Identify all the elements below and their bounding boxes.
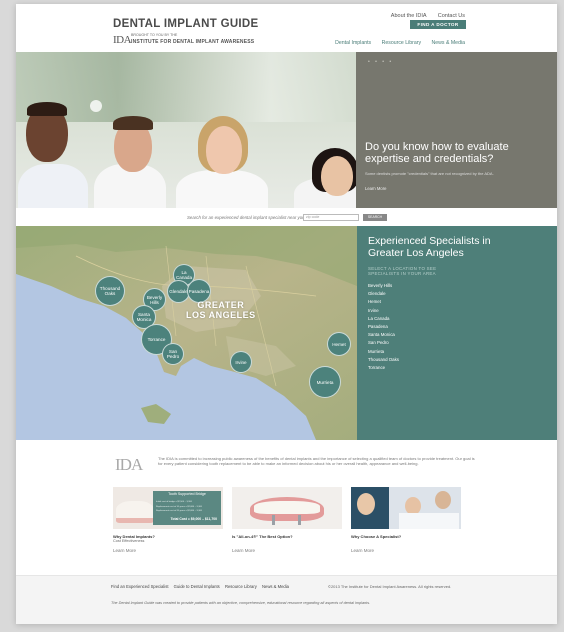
find-doctor-button[interactable]: FIND A DOCTOR	[410, 20, 466, 29]
footer-copyright: ©2013 The Institute for Dental Implant A…	[328, 584, 452, 589]
map-pin-hemet[interactable]: Hemet	[327, 332, 351, 356]
card-image-implant-arch	[232, 487, 342, 529]
map-pin-san-pedro[interactable]: San Pedro	[162, 343, 184, 365]
footer-link[interactable]: Guide to Dental Implants	[174, 584, 220, 589]
hero-pager[interactable]: • • • •	[368, 59, 393, 65]
location-item[interactable]: Thousand Oaks	[368, 357, 399, 365]
specialist-search: Search for an experienced dental implant…	[16, 208, 557, 226]
nav-news-media[interactable]: News & Media	[432, 40, 465, 46]
card-overlay-title: Tooth Supported Bridge	[168, 492, 206, 496]
card-learn-more[interactable]: Learn More	[351, 548, 374, 553]
footer-note: The Dental Implant Guide was created to …	[111, 601, 371, 605]
location-item[interactable]: San Pedro	[368, 340, 399, 348]
logo-institute: INSTITUTE FOR DENTAL IMPLANT AWARENESS	[131, 39, 255, 45]
map-region-line1: GREATER	[197, 300, 245, 310]
location-item[interactable]: Hemet	[368, 299, 399, 307]
location-item[interactable]: La Canada	[368, 316, 399, 324]
zip-code-input[interactable]: zip code	[303, 214, 359, 221]
footer-links: Find an Experienced Specialist Guide to …	[111, 584, 293, 589]
card-title[interactable]: Why Choose A Specialist?	[351, 534, 401, 539]
specialists-heading: Experienced Specialists in Greater Los A…	[368, 235, 491, 259]
search-label: Search for an experienced dental implant…	[187, 215, 305, 220]
specialists-subheading: SELECT A LOCATION TO SEE SPECIALISTS IN …	[368, 266, 437, 276]
map-region-line2: LOS ANGELES	[186, 310, 256, 320]
hero-headline: Do you know how to evaluate expertise an…	[365, 141, 509, 165]
card-title[interactable]: Is "All-on-4®" The Best Option?	[232, 534, 293, 539]
top-link-about[interactable]: About the IDIA	[391, 13, 426, 19]
card-why-dental-implants[interactable]: Tooth Supported Bridge Initial cost of b…	[113, 487, 223, 553]
hero-panel	[356, 52, 557, 208]
nav-resource-library[interactable]: Resource Library	[382, 40, 422, 46]
about-logo: IDA	[115, 455, 143, 474]
nav-dental-implants[interactable]: Dental Implants	[335, 40, 371, 46]
hero-prev-arrow[interactable]	[90, 100, 102, 112]
map-pin-murrieta[interactable]: Murrieta	[309, 366, 341, 398]
card-learn-more[interactable]: Learn More	[113, 548, 136, 553]
site-header: DENTAL IMPLANT GUIDE IDA BROUGHT TO YOU …	[16, 4, 557, 52]
logo-tagline: BROUGHT TO YOU BY THE	[131, 33, 178, 37]
top-link-contact[interactable]: Contact Us	[438, 13, 465, 19]
location-list: Beverly Hills Glendale Hemet Irvine La C…	[368, 283, 399, 373]
map-pin-irvine[interactable]: Irvine	[230, 351, 252, 373]
card-overlay-total: Total Cost = $9,000 – $11,700	[170, 517, 217, 521]
card-choose-specialist[interactable]: Why Choose A Specialist? Learn More	[351, 487, 461, 553]
map-pin-thousand-oaks[interactable]: Thousand Oaks	[95, 276, 125, 306]
location-item[interactable]: Murrieta	[368, 349, 399, 357]
location-item[interactable]: Pasadena	[368, 324, 399, 332]
footer-link[interactable]: Resource Library	[225, 584, 257, 589]
main-nav: Dental Implants Resource Library News & …	[326, 40, 465, 46]
footer-link[interactable]: News & Media	[262, 584, 289, 589]
location-item[interactable]: Torrance	[368, 365, 399, 373]
hero-banner: • • • • Do you know how to evaluate expe…	[16, 52, 557, 208]
card-all-on-4[interactable]: Is "All-on-4®" The Best Option? Learn Mo…	[232, 487, 342, 553]
map-region-label: GREATER LOS ANGELES	[186, 300, 256, 320]
card-learn-more[interactable]: Learn More	[232, 548, 255, 553]
site-title[interactable]: DENTAL IMPLANT GUIDE	[113, 18, 259, 30]
search-button[interactable]: SEARCH	[363, 214, 387, 221]
card-image-specialist	[351, 487, 461, 529]
site-footer	[16, 575, 557, 624]
card-overlay-line: Replacement cost at 20 years = $2,800 – …	[156, 510, 203, 512]
hero-photo-doctors	[16, 52, 356, 208]
top-links: About the IDIA Contact Us	[381, 13, 465, 19]
la-map[interactable]: Thousand Oaks La Canada Glendale Pasaden…	[16, 226, 357, 440]
ida-logo[interactable]: IDA	[113, 34, 132, 46]
card-image-teeth: Tooth Supported Bridge Initial cost of b…	[113, 487, 223, 529]
hero-body: Some dentists promote "credentials" that…	[365, 171, 494, 176]
location-item[interactable]: Santa Monica	[368, 332, 399, 340]
location-item[interactable]: Beverly Hills	[368, 283, 399, 291]
about-text: The IDIA is committed to increasing publ…	[158, 456, 475, 466]
location-item[interactable]: Glendale	[368, 291, 399, 299]
page: DENTAL IMPLANT GUIDE IDA BROUGHT TO YOU …	[16, 4, 557, 624]
hero-learn-more[interactable]: Learn More	[365, 186, 386, 191]
footer-link[interactable]: Find an Experienced Specialist	[111, 584, 169, 589]
card-subtitle: Cost Effectiveness	[113, 539, 145, 543]
location-item[interactable]: Irvine	[368, 308, 399, 316]
